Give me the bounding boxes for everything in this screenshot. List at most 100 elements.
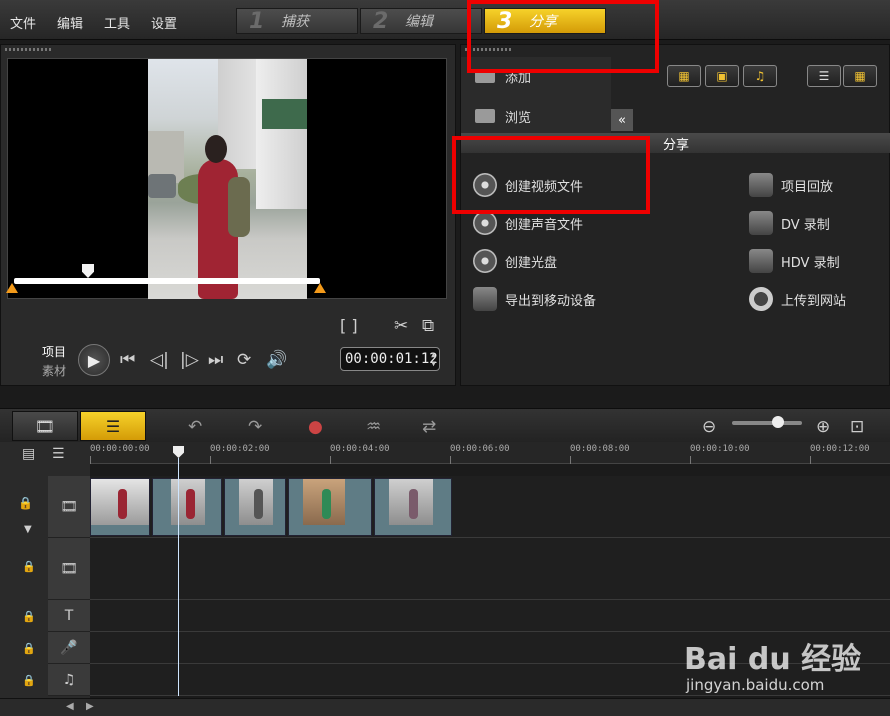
collapse-library-icon[interactable]: «: [611, 109, 633, 131]
menu-bar: 文件 编辑 工具 设置 1 捕获 2 编辑 3 分享: [0, 0, 890, 40]
tab-capture[interactable]: 1 捕获: [236, 8, 358, 34]
building: [256, 59, 307, 209]
browse-label: 浏览: [505, 110, 532, 126]
video-clip[interactable]: [288, 478, 372, 536]
browse-button[interactable]: 浏览: [461, 103, 597, 129]
dv-record-option[interactable]: DV 录制: [749, 211, 830, 235]
create-video-file-option[interactable]: 创建视频文件: [473, 173, 583, 197]
timecode-spinner-icon[interactable]: ▲ ▼: [431, 350, 436, 368]
lock-track-icon[interactable]: 🔒: [22, 560, 36, 573]
trim-start-marker[interactable]: [6, 283, 18, 293]
timecode-field[interactable]: 00:00:01:12 ▲ ▼: [340, 347, 440, 371]
lock-track-icon[interactable]: 🔒: [22, 610, 36, 623]
overlay-track-icon[interactable]: 🎞: [48, 538, 90, 600]
option-label: 导出到移动设备: [505, 293, 597, 309]
panel-grip[interactable]: [465, 48, 511, 51]
library-panel: 添加 浏览 ▦ ▣ ♫ ☰ ▦ « 分享 创建视频文件 创建声音文件 创建光盘 …: [460, 44, 890, 386]
play-button[interactable]: ▶: [78, 344, 110, 376]
video-track-icon[interactable]: 🎞: [48, 476, 90, 538]
voice-track-icon[interactable]: 🎤: [48, 632, 90, 664]
zoom-slider[interactable]: [732, 421, 802, 425]
timeline-playhead[interactable]: [178, 458, 179, 696]
show-all-tracks-icon[interactable]: ▤: [22, 446, 35, 462]
menu-tools[interactable]: 工具: [104, 13, 130, 32]
photo-filter-button[interactable]: ▣: [705, 65, 739, 87]
previous-frame-icon[interactable]: ◁|: [150, 350, 169, 370]
undo-icon[interactable]: ↶: [188, 417, 202, 437]
ruler-tick: [810, 456, 811, 464]
lock-track-icon[interactable]: 🔒: [18, 496, 33, 510]
scroll-right-icon[interactable]: ▶: [86, 701, 94, 712]
audio-filter-button[interactable]: ♫: [743, 65, 777, 87]
thumbnail-view-button[interactable]: ▦: [843, 65, 877, 87]
music-track-icon[interactable]: ♫: [48, 664, 90, 696]
tab-edit[interactable]: 2 编辑: [360, 8, 482, 34]
upload-web-option[interactable]: 上传到网站: [749, 287, 846, 311]
zoom-in-icon[interactable]: ⊕: [816, 417, 830, 437]
zoom-slider-handle[interactable]: [772, 416, 784, 428]
scrubber-bar[interactable]: [14, 278, 320, 284]
trim-end-marker[interactable]: [314, 283, 326, 293]
mark-in-out-brackets[interactable]: [ ]: [340, 316, 358, 335]
auto-music-icon[interactable]: ⇄: [422, 417, 436, 437]
lock-track-icon[interactable]: 🔒: [22, 642, 36, 655]
add-icon: [475, 69, 495, 83]
thumbnail-figure: [254, 489, 264, 519]
create-audio-file-option[interactable]: 创建声音文件: [473, 211, 583, 235]
ruler-tick: [570, 456, 571, 464]
add-button[interactable]: 添加: [461, 63, 597, 89]
mode-project[interactable]: 项目: [42, 343, 66, 360]
video-clip[interactable]: [90, 478, 150, 536]
storyboard-view-button[interactable]: 🎞: [12, 411, 78, 441]
timeline-ruler[interactable]: 00:00:00:00 00:00:02:00 00:00:04:00 00:0…: [90, 442, 890, 464]
step-number: 2: [373, 8, 389, 34]
track-manager-icon[interactable]: ☰: [52, 446, 65, 462]
list-view-button[interactable]: ☰: [807, 65, 841, 87]
timeline-scrollbar[interactable]: ◀ ▶: [0, 698, 890, 716]
library-toolbar: ▦ ▣ ♫ ☰ ▦: [617, 63, 890, 91]
scissors-icon[interactable]: ✂: [394, 316, 408, 336]
timeline-view-button[interactable]: ☰: [80, 411, 146, 441]
panel-grip[interactable]: [5, 48, 51, 51]
lock-track-icon[interactable]: 🔒: [22, 674, 36, 687]
fit-project-icon[interactable]: ⊡: [850, 417, 864, 437]
export-mobile-option[interactable]: 导出到移动设备: [473, 287, 596, 311]
project-playback-option[interactable]: 项目回放: [749, 173, 833, 197]
browse-icon: [475, 109, 495, 123]
home-icon[interactable]: ⏮: [120, 350, 135, 370]
volume-icon[interactable]: 🔊: [266, 350, 287, 370]
camcorder-icon: [749, 211, 773, 235]
record-capture-icon[interactable]: ●: [308, 417, 323, 437]
zoom-out-icon[interactable]: ⊖: [702, 417, 716, 437]
ruler-tick-label: 00:00:12:00: [810, 444, 870, 454]
repeat-icon[interactable]: ⟳: [237, 350, 251, 370]
baidu-jingyan-watermark: Bai du 经验 jingyan.baidu.com: [680, 620, 880, 700]
disc-icon: [473, 249, 497, 273]
video-clip[interactable]: [152, 478, 222, 536]
video-clip[interactable]: [224, 478, 286, 536]
video-filter-button[interactable]: ▦: [667, 65, 701, 87]
audio-mixer-icon[interactable]: ♒: [366, 417, 381, 437]
menu-edit[interactable]: 编辑: [57, 13, 83, 32]
ruler-tick: [330, 456, 331, 464]
step-number: 1: [249, 8, 265, 34]
mode-clip[interactable]: 素材: [42, 362, 66, 379]
expand-track-icon[interactable]: ▼: [24, 524, 32, 535]
menu-file[interactable]: 文件: [10, 13, 36, 32]
hdv-record-option[interactable]: HDV 录制: [749, 249, 840, 273]
overlay-track[interactable]: [90, 538, 890, 600]
create-disc-option[interactable]: 创建光盘: [473, 249, 557, 273]
enlarge-icon[interactable]: ⧉: [422, 316, 434, 336]
clip-thumbnail: [303, 479, 345, 525]
video-clip[interactable]: [374, 478, 452, 536]
tab-share[interactable]: 3 分享: [484, 8, 606, 34]
redo-icon[interactable]: ↷: [248, 417, 262, 437]
scroll-left-icon[interactable]: ◀: [66, 701, 74, 712]
playback-icon: [749, 173, 773, 197]
end-icon[interactable]: ⏭: [208, 350, 223, 370]
title-track-icon[interactable]: T: [48, 600, 90, 632]
coat: [228, 177, 250, 237]
menu-settings[interactable]: 设置: [151, 13, 177, 32]
option-label: 上传到网站: [781, 293, 847, 309]
next-frame-icon[interactable]: |▷: [180, 350, 199, 370]
